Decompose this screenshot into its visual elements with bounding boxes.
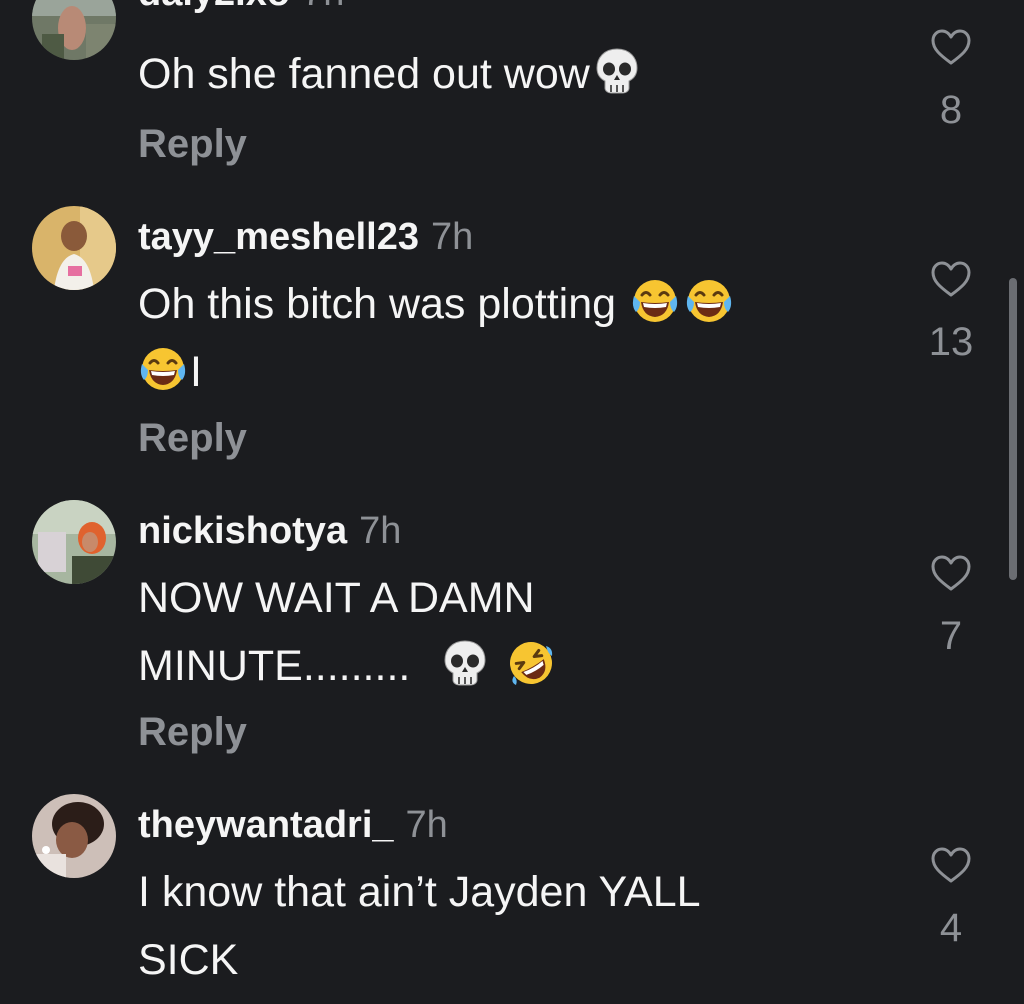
comment-text: I know that ain’t Jayden YALL SICK bbox=[138, 858, 838, 994]
comment-header: tayy_meshell23 7h bbox=[138, 214, 473, 260]
skull-emoji bbox=[440, 638, 490, 688]
avatar[interactable] bbox=[32, 0, 116, 60]
comment-text-trailing: I bbox=[190, 348, 202, 396]
comment-text: Oh this bitch was plotting I bbox=[138, 270, 838, 406]
heart-icon[interactable] bbox=[930, 260, 972, 298]
timestamp: 7h bbox=[430, 216, 474, 258]
heart-icon[interactable] bbox=[930, 846, 972, 884]
avatar[interactable] bbox=[32, 500, 116, 584]
reply-button[interactable]: Reply bbox=[138, 416, 247, 461]
like-count: 4 bbox=[939, 906, 963, 950]
heart-icon[interactable] bbox=[930, 554, 972, 592]
like-area: 8 bbox=[920, 28, 982, 133]
like-area: 4 bbox=[920, 846, 982, 951]
avatar[interactable] bbox=[32, 206, 116, 290]
reply-button[interactable]: Reply bbox=[138, 122, 247, 167]
skull-emoji bbox=[592, 46, 642, 96]
comment-text-line: NOW WAIT A DAMN bbox=[138, 574, 535, 622]
username[interactable]: nickishotya bbox=[138, 510, 347, 552]
comment-header: theywantadri_ 7h bbox=[138, 802, 448, 848]
username[interactable]: tayy_meshell23 bbox=[138, 216, 419, 258]
comment-header: nickishotya 7h bbox=[138, 508, 401, 554]
timestamp: 7h bbox=[302, 0, 344, 14]
tears-of-joy-emoji bbox=[684, 276, 734, 326]
like-count: 8 bbox=[939, 88, 963, 132]
timestamp: 7h bbox=[359, 510, 402, 552]
username[interactable]: daly2.xo bbox=[138, 0, 290, 14]
comment-text-line: SICK bbox=[138, 936, 239, 984]
scrollbar[interactable] bbox=[1009, 278, 1017, 580]
comment-text-line: MINUTE......... bbox=[138, 642, 411, 690]
comment-header: daly2.xo 7h bbox=[138, 0, 344, 16]
rolling-laughing-emoji bbox=[506, 638, 556, 688]
comment-text-body: Oh she fanned out wow bbox=[138, 50, 590, 98]
comments-list: daly2.xo 7h Oh she fanned out wow Reply 8… bbox=[0, 0, 1024, 1004]
username[interactable]: theywantadri_ bbox=[138, 804, 394, 846]
comment-text: NOW WAIT A DAMN MINUTE......... bbox=[138, 564, 838, 700]
comment-text-body: Oh this bitch was plotting bbox=[138, 280, 617, 328]
timestamp: 7h bbox=[405, 804, 448, 846]
avatar[interactable] bbox=[32, 794, 116, 878]
tears-of-joy-emoji bbox=[630, 276, 680, 326]
like-area: 7 bbox=[920, 554, 982, 659]
comment-text-line: I know that ain’t Jayden YALL bbox=[138, 868, 701, 916]
comment-text: Oh she fanned out wow bbox=[138, 40, 838, 108]
like-count: 7 bbox=[939, 614, 963, 658]
tears-of-joy-emoji bbox=[138, 344, 188, 394]
like-count: 13 bbox=[928, 320, 974, 364]
heart-icon[interactable] bbox=[930, 28, 972, 66]
reply-button[interactable]: Reply bbox=[138, 710, 247, 755]
like-area: 13 bbox=[920, 260, 982, 365]
